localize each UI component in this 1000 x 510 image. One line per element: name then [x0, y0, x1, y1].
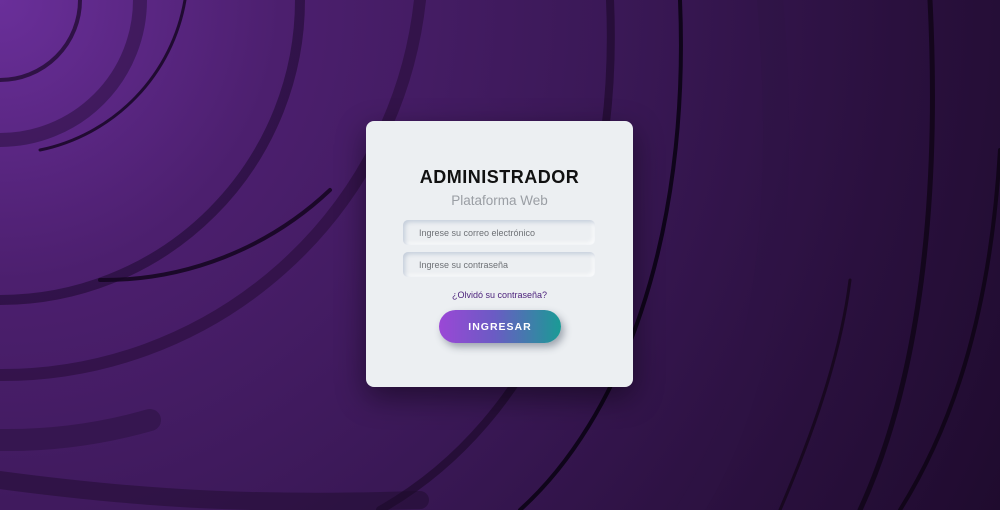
login-card: ADMINISTRADOR Plataforma Web ¿Olvidó su …	[366, 121, 633, 387]
login-page: ADMINISTRADOR Plataforma Web ¿Olvidó su …	[0, 0, 1000, 510]
password-field[interactable]	[403, 252, 595, 277]
forgot-password-link[interactable]: ¿Olvidó su contraseña?	[366, 290, 633, 300]
email-field[interactable]	[403, 220, 595, 245]
login-button[interactable]: INGRESAR	[439, 310, 561, 343]
page-title: ADMINISTRADOR	[419, 167, 580, 187]
page-subtitle: Plataforma Web	[451, 193, 548, 208]
